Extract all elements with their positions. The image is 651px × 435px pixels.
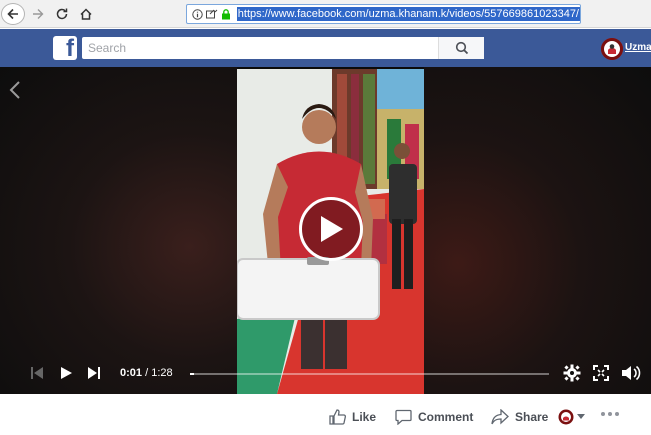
arrow-left-icon xyxy=(7,8,18,20)
comment-label: Comment xyxy=(418,410,474,424)
reload-icon xyxy=(56,8,68,20)
play-small-icon xyxy=(61,367,72,379)
video-time: 0:01 / 1:28 xyxy=(120,367,173,379)
facebook-logo[interactable]: f xyxy=(53,36,77,60)
facebook-logo-letter: f xyxy=(66,36,74,61)
profile-name-link[interactable]: Uzma xyxy=(625,42,651,53)
comment-button[interactable]: Comment xyxy=(395,409,473,425)
play-button[interactable] xyxy=(58,365,74,381)
play-icon xyxy=(321,216,343,242)
thumbs-up-icon xyxy=(329,409,346,425)
skip-back-button[interactable] xyxy=(29,365,45,381)
time-total: 1:28 xyxy=(151,367,173,379)
skip-forward-button[interactable] xyxy=(86,365,102,381)
home-icon xyxy=(80,8,92,20)
profile-picture-icon xyxy=(601,38,623,60)
more-dot-icon xyxy=(615,412,619,416)
browser-toolbar: https://www.facebook.com/uzma.khanam.k/v… xyxy=(0,0,651,28)
gear-icon xyxy=(563,364,581,382)
skip-previous-icon xyxy=(31,367,43,379)
progress-bar[interactable] xyxy=(190,373,549,375)
share-icon xyxy=(491,409,509,425)
action-bar: Like Comment Share xyxy=(0,394,651,435)
url-bar[interactable]: https://www.facebook.com/uzma.khanam.k/v… xyxy=(186,4,581,24)
settings-button[interactable] xyxy=(562,363,582,383)
search-icon xyxy=(455,41,468,55)
like-button[interactable]: Like xyxy=(329,409,376,425)
lock-icon[interactable] xyxy=(221,8,231,20)
fullscreen-icon xyxy=(593,365,609,381)
permissions-icon[interactable] xyxy=(206,9,218,20)
skip-next-icon xyxy=(88,367,100,379)
play-overlay-button[interactable] xyxy=(299,197,363,261)
video-blur-left xyxy=(0,67,237,394)
home-button[interactable] xyxy=(76,3,96,25)
share-button[interactable]: Share xyxy=(491,409,548,425)
url-text[interactable]: https://www.facebook.com/uzma.khanam.k/v… xyxy=(236,7,580,21)
more-options-button[interactable] xyxy=(601,412,619,416)
forward-button[interactable] xyxy=(28,3,48,25)
time-separator: / xyxy=(142,367,152,379)
video-blur-right xyxy=(424,67,651,394)
chevron-left-icon xyxy=(9,81,20,99)
share-label: Share xyxy=(515,410,549,424)
fullscreen-button[interactable] xyxy=(592,364,610,382)
video-player[interactable]: 0:01 / 1:28 xyxy=(0,67,651,394)
reload-button[interactable] xyxy=(52,3,72,25)
more-dot-icon xyxy=(608,412,612,416)
info-icon[interactable] xyxy=(192,8,203,20)
search-input[interactable] xyxy=(82,38,438,58)
facebook-header: f Uzma xyxy=(0,29,651,67)
arrow-right-icon xyxy=(33,9,44,19)
share-as-selector[interactable] xyxy=(558,409,585,425)
back-button[interactable] xyxy=(1,3,25,25)
volume-button[interactable] xyxy=(620,363,642,383)
previous-video-button[interactable] xyxy=(8,80,24,100)
search-box xyxy=(82,37,484,59)
page-avatar-icon xyxy=(558,409,574,425)
avatar[interactable] xyxy=(601,38,623,60)
volume-icon xyxy=(622,365,641,381)
url-icons xyxy=(187,8,237,20)
progress-fill xyxy=(190,373,195,375)
more-dot-icon xyxy=(601,412,605,416)
like-label: Like xyxy=(352,410,377,424)
time-current: 0:01 xyxy=(120,367,143,379)
search-button[interactable] xyxy=(438,37,484,59)
caret-down-icon xyxy=(577,414,585,419)
comment-icon xyxy=(395,409,412,425)
